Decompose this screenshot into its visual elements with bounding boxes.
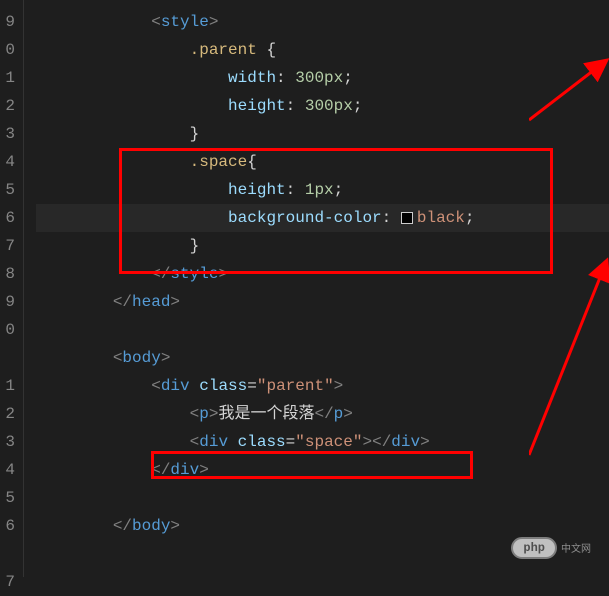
line-number: 8 (0, 260, 23, 288)
code-line[interactable]: </div> (36, 456, 609, 484)
line-number: 3 (0, 428, 23, 456)
line-number: 9 (0, 8, 23, 36)
line-number: 6 (0, 512, 23, 540)
code-line[interactable]: height: 300px; (36, 92, 609, 120)
line-number: 1 (0, 372, 23, 400)
line-number: 0 (0, 316, 23, 344)
watermark-text: 中文网 (561, 540, 591, 556)
code-line[interactable]: } (36, 120, 609, 148)
code-line[interactable]: <div class="parent"> (36, 372, 609, 400)
code-line[interactable]: <style> (36, 8, 609, 36)
code-line[interactable]: </head> (36, 288, 609, 316)
code-line[interactable]: </style> (36, 260, 609, 288)
line-number: 2 (0, 92, 23, 120)
code-line[interactable]: <body> (36, 344, 609, 372)
line-number: 5 (0, 176, 23, 204)
code-line[interactable]: <div class="space"></div> (36, 428, 609, 456)
code-area[interactable]: <style> .parent { width: 300px; height: … (24, 0, 609, 577)
line-number: 4 (0, 148, 23, 176)
color-swatch-icon (401, 212, 413, 224)
line-number: 0 (0, 36, 23, 64)
line-number: 9 (0, 288, 23, 316)
watermark: php 中文网 (511, 537, 591, 559)
line-number-gutter: 9 0 1 2 3 4 5 6 7 8 9 0 1 2 3 4 5 6 7 (0, 0, 24, 577)
line-number (0, 344, 23, 372)
line-number: 7 (0, 568, 23, 596)
code-line[interactable]: </body> (36, 512, 609, 540)
code-line[interactable]: } (36, 232, 609, 260)
code-line[interactable]: <p>我是一个段落</p> (36, 400, 609, 428)
line-number: 2 (0, 400, 23, 428)
line-number: 6 (0, 204, 23, 232)
code-line[interactable]: .space{ (36, 148, 609, 176)
line-number: 3 (0, 120, 23, 148)
watermark-badge: php (511, 537, 557, 559)
line-number: 7 (0, 232, 23, 260)
code-line[interactable]: height: 1px; (36, 176, 609, 204)
code-line[interactable] (36, 484, 609, 512)
code-line[interactable] (36, 316, 609, 344)
line-number: 5 (0, 484, 23, 512)
code-line[interactable]: width: 300px; (36, 64, 609, 92)
line-number: 1 (0, 64, 23, 92)
code-line[interactable]: .parent { (36, 36, 609, 64)
code-editor[interactable]: 9 0 1 2 3 4 5 6 7 8 9 0 1 2 3 4 5 6 7 <s… (0, 0, 609, 577)
code-line[interactable]: background-color: black; (36, 204, 609, 232)
line-number (0, 540, 23, 568)
line-number: 4 (0, 456, 23, 484)
